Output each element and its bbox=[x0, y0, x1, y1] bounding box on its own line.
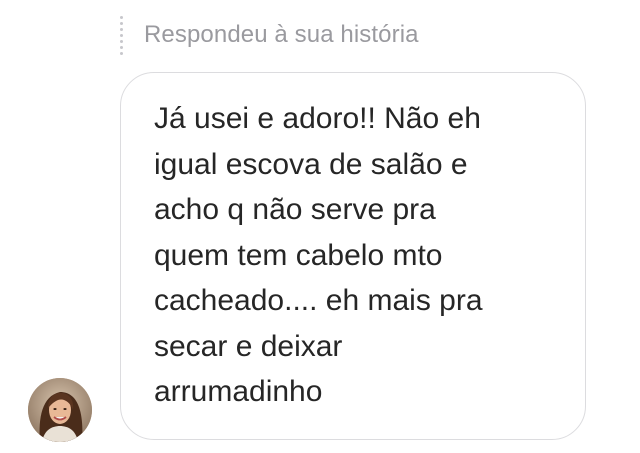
avatar-photo-icon bbox=[28, 378, 92, 442]
avatar[interactable] bbox=[28, 378, 92, 442]
story-reply-header: Respondeu à sua história bbox=[118, 14, 419, 56]
dotted-vertical-line-icon bbox=[118, 14, 124, 56]
message-text: Já usei e adoro!! Não eh igual escova de… bbox=[154, 102, 483, 408]
message-bubble[interactable]: Já usei e adoro!! Não eh igual escova de… bbox=[120, 72, 586, 440]
story-reply-label: Respondeu à sua história bbox=[144, 21, 419, 48]
